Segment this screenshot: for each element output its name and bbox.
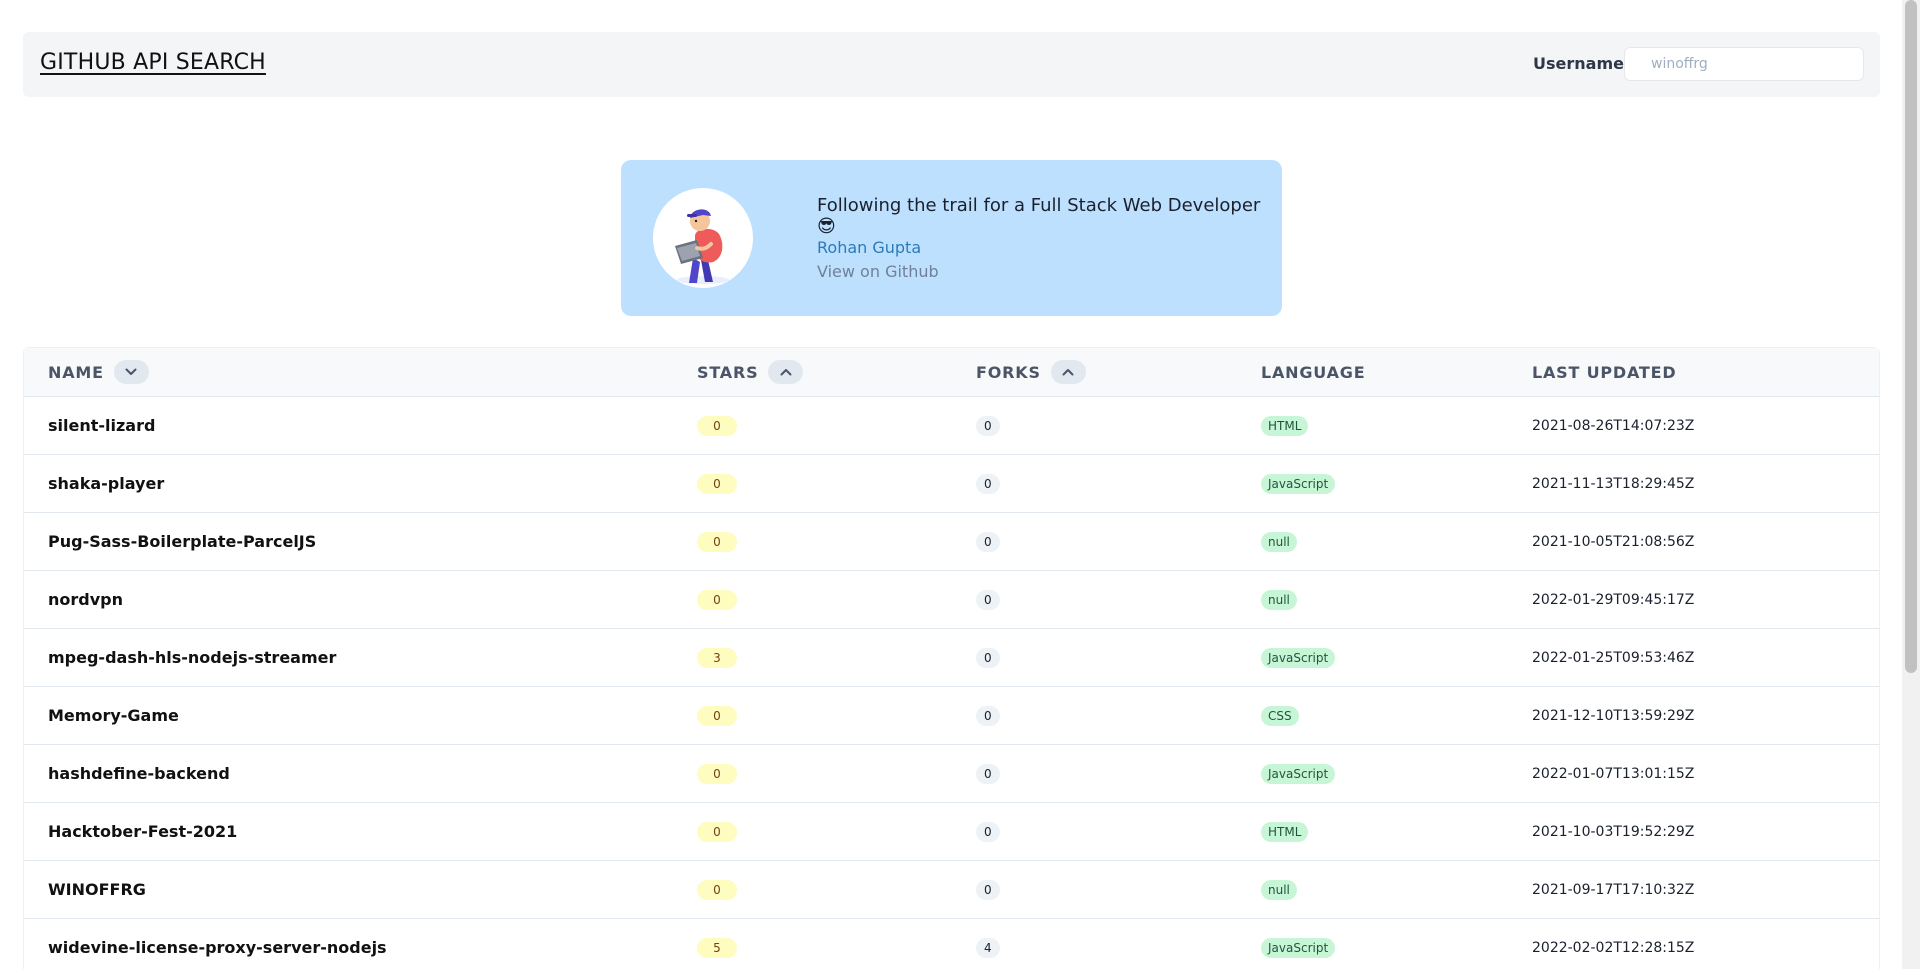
column-label-last-updated: LAST UPDATED <box>1532 362 1677 382</box>
last-updated: 2021-08-26T14:07:23Z <box>1532 417 1695 434</box>
username-label: Username <box>1533 54 1624 73</box>
stars-badge: 0 <box>697 531 737 552</box>
forks-badge: 0 <box>976 647 1000 668</box>
language-badge: HTML <box>1261 415 1309 436</box>
profile-bio: Following the trail for a Full Stack Web… <box>817 195 1261 237</box>
column-label-name: NAME <box>48 362 104 382</box>
repo-name[interactable]: shaka-player <box>48 474 164 493</box>
language-badge: JavaScript <box>1261 473 1336 494</box>
repo-name[interactable]: WINOFFRG <box>48 880 146 899</box>
repo-name[interactable]: Pug-Sass-Boilerplate-ParcelJS <box>48 532 316 551</box>
table-row[interactable]: Pug-Sass-Boilerplate-ParcelJS 0 0 null 2… <box>24 513 1879 571</box>
last-updated: 2021-11-13T18:29:45Z <box>1532 475 1695 492</box>
table-row[interactable]: widevine-license-proxy-server-nodejs 5 4… <box>24 919 1879 969</box>
column-header-forks: FORKS <box>976 348 1086 396</box>
forks-badge: 0 <box>976 763 1000 784</box>
chevron-up-icon <box>780 369 792 376</box>
chevron-down-icon <box>125 368 137 375</box>
last-updated: 2022-01-07T13:01:15Z <box>1532 765 1695 782</box>
forks-badge: 0 <box>976 821 1000 842</box>
last-updated: 2021-10-05T21:08:56Z <box>1532 533 1695 550</box>
language-badge: null <box>1261 531 1297 552</box>
language-badge: JavaScript <box>1261 763 1336 784</box>
last-updated: 2021-12-10T13:59:29Z <box>1532 707 1695 724</box>
language-badge: JavaScript <box>1261 647 1336 668</box>
repo-name[interactable]: mpeg-dash-hls-nodejs-streamer <box>48 648 336 667</box>
table-row[interactable]: silent-lizard 0 0 HTML 2021-08-26T14:07:… <box>24 397 1879 455</box>
column-header-language: LANGUAGE <box>1261 348 1365 396</box>
language-badge: CSS <box>1261 705 1299 726</box>
table-row[interactable]: WINOFFRG 0 0 null 2021-09-17T17:10:32Z <box>24 861 1879 919</box>
column-header-last-updated: LAST UPDATED <box>1532 348 1676 396</box>
page: GITHUB API SEARCH Username Following the… <box>0 0 1902 969</box>
repo-name[interactable]: nordvpn <box>48 590 123 609</box>
forks-badge: 0 <box>976 531 1000 552</box>
profile-card: Following the trail for a Full Stack Web… <box>621 160 1282 316</box>
stars-badge: 0 <box>697 705 737 726</box>
username-input[interactable] <box>1624 47 1864 81</box>
avatar <box>653 188 753 288</box>
profile-name-link[interactable]: Rohan Gupta <box>817 238 921 257</box>
forks-badge: 4 <box>976 937 1000 958</box>
table-row[interactable]: shaka-player 0 0 JavaScript 2021-11-13T1… <box>24 455 1879 513</box>
stars-badge: 0 <box>697 473 737 494</box>
table-row[interactable]: Hacktober-Fest-2021 0 0 HTML 2021-10-03T… <box>24 803 1879 861</box>
repo-table: NAME STARS FORKS LANGUAGE LAST UPDATED s… <box>23 347 1880 969</box>
app-title[interactable]: GITHUB API SEARCH <box>40 50 266 75</box>
table-row[interactable]: Memory-Game 0 0 CSS 2021-12-10T13:59:29Z <box>24 687 1879 745</box>
forks-badge: 0 <box>976 589 1000 610</box>
forks-badge: 0 <box>976 705 1000 726</box>
chevron-up-icon <box>1062 369 1074 376</box>
column-header-stars: STARS <box>697 348 804 396</box>
developer-avatar-illustration <box>675 209 729 284</box>
column-label-language: LANGUAGE <box>1261 362 1366 382</box>
stars-badge: 0 <box>697 879 737 900</box>
stars-badge: 0 <box>697 821 737 842</box>
table-header: NAME STARS FORKS LANGUAGE LAST UPDATED <box>24 348 1879 397</box>
stars-badge: 5 <box>697 937 737 958</box>
repo-name[interactable]: Hacktober-Fest-2021 <box>48 822 237 841</box>
table-body: silent-lizard 0 0 HTML 2021-08-26T14:07:… <box>24 397 1879 969</box>
view-on-github-link[interactable]: View on Github <box>817 262 939 281</box>
repo-name[interactable]: widevine-license-proxy-server-nodejs <box>48 938 387 957</box>
language-badge: null <box>1261 589 1297 610</box>
table-row[interactable]: nordvpn 0 0 null 2022-01-29T09:45:17Z <box>24 571 1879 629</box>
sort-stars-button[interactable] <box>768 360 804 384</box>
table-row[interactable]: hashdefine-backend 0 0 JavaScript 2022-0… <box>24 745 1879 803</box>
column-header-name: NAME <box>48 348 149 396</box>
column-label-forks: FORKS <box>976 362 1041 382</box>
scrollbar-thumb[interactable] <box>1905 0 1917 673</box>
column-label-stars: STARS <box>697 362 759 382</box>
sort-name-button[interactable] <box>113 360 149 384</box>
stars-badge: 0 <box>697 415 737 436</box>
repo-name[interactable]: silent-lizard <box>48 416 155 435</box>
forks-badge: 0 <box>976 415 1000 436</box>
language-badge: JavaScript <box>1261 937 1336 958</box>
language-badge: HTML <box>1261 821 1309 842</box>
table-row[interactable]: mpeg-dash-hls-nodejs-streamer 3 0 JavaSc… <box>24 629 1879 687</box>
stars-badge: 0 <box>697 763 737 784</box>
top-bar: GITHUB API SEARCH Username <box>23 32 1880 97</box>
page-scrollbar[interactable] <box>1902 0 1920 969</box>
stars-badge: 3 <box>697 647 737 668</box>
last-updated: 2021-09-17T17:10:32Z <box>1532 881 1695 898</box>
stars-badge: 0 <box>697 589 737 610</box>
last-updated: 2021-10-03T19:52:29Z <box>1532 823 1695 840</box>
forks-badge: 0 <box>976 879 1000 900</box>
last-updated: 2022-01-29T09:45:17Z <box>1532 591 1695 608</box>
forks-badge: 0 <box>976 473 1000 494</box>
language-badge: null <box>1261 879 1297 900</box>
last-updated: 2022-02-02T12:28:15Z <box>1532 939 1695 956</box>
last-updated: 2022-01-25T09:53:46Z <box>1532 649 1695 666</box>
repo-name[interactable]: Memory-Game <box>48 706 179 725</box>
sort-forks-button[interactable] <box>1050 360 1086 384</box>
repo-name[interactable]: hashdefine-backend <box>48 764 230 783</box>
